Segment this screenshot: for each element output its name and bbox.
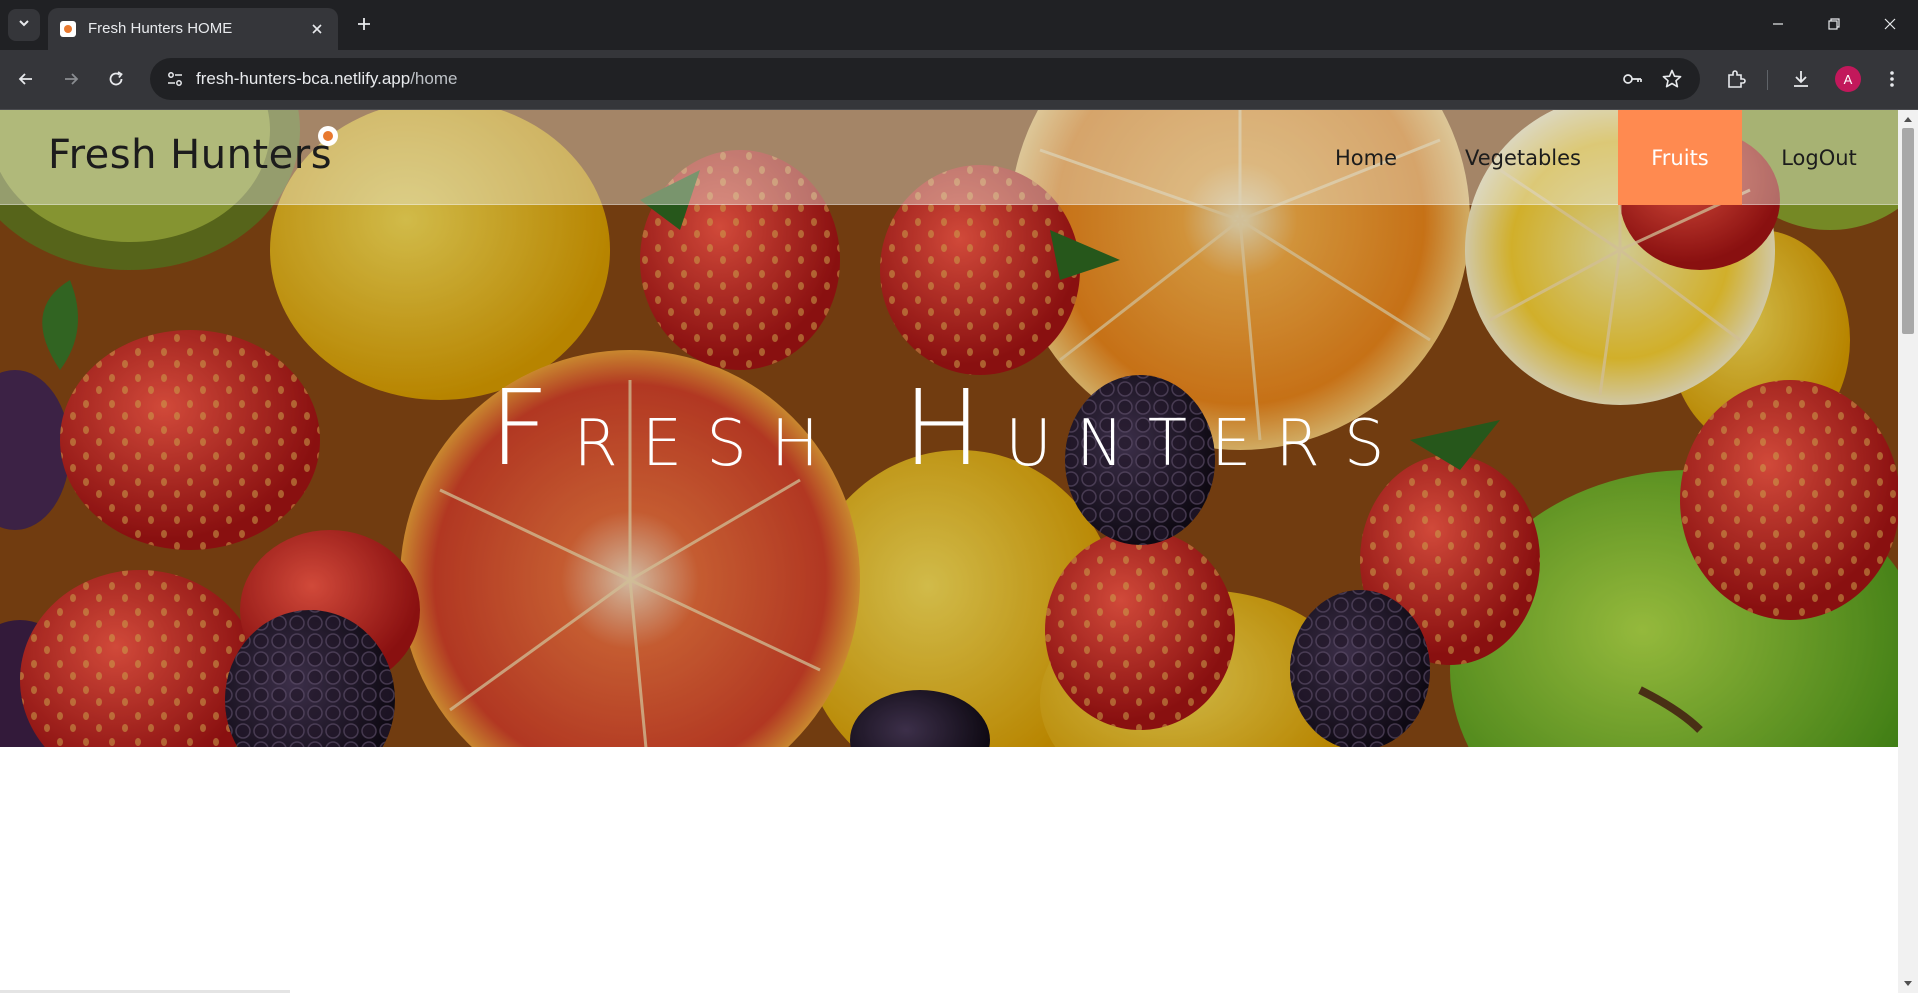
hero-banner: Fresh Hunters Home Vegetables Fruits Log… bbox=[0, 110, 1898, 747]
url-path: /home bbox=[410, 69, 458, 88]
browser-tab-active[interactable]: Fresh Hunters HOME bbox=[48, 8, 338, 50]
url-text: fresh-hunters-bca.netlify.app/home bbox=[196, 69, 457, 89]
scroll-up-icon[interactable] bbox=[1903, 114, 1913, 124]
window-close-icon bbox=[1884, 18, 1896, 30]
hero-heading: F RESH H UNTERS bbox=[0, 360, 1898, 480]
hero-word2-initial: H bbox=[902, 367, 1006, 489]
browser-menu-button[interactable] bbox=[1878, 65, 1906, 93]
vertical-scrollbar[interactable] bbox=[1898, 110, 1918, 993]
reload-button[interactable] bbox=[100, 63, 132, 95]
site-brand-logo[interactable]: Fresh Hunters bbox=[48, 132, 332, 178]
hero-word1-rest: RESH bbox=[573, 407, 843, 481]
scroll-down-icon[interactable] bbox=[1903, 979, 1913, 989]
page-viewport: Fresh Hunters Home Vegetables Fruits Log… bbox=[0, 110, 1918, 993]
hero-word2-rest: UNTERS bbox=[1005, 407, 1409, 481]
site-navbar: Fresh Hunters Home Vegetables Fruits Log… bbox=[0, 110, 1898, 205]
brand-logo-icon bbox=[318, 126, 338, 146]
minimize-icon bbox=[1773, 23, 1783, 25]
nav-link-home[interactable]: Home bbox=[1316, 110, 1416, 205]
back-icon bbox=[18, 73, 32, 85]
tab-search-button[interactable] bbox=[8, 9, 40, 41]
site-info-icon bbox=[168, 72, 182, 86]
forward-icon bbox=[65, 73, 79, 85]
downloads-button[interactable] bbox=[1787, 65, 1815, 93]
nav-link-logout[interactable]: LogOut bbox=[1764, 110, 1874, 205]
nav-link-vegetables[interactable]: Vegetables bbox=[1452, 110, 1594, 205]
site-info-button[interactable] bbox=[160, 64, 190, 94]
nav-link-fruits[interactable]: Fruits bbox=[1618, 110, 1742, 205]
profile-avatar[interactable]: A bbox=[1835, 66, 1861, 92]
toolbar-separator bbox=[1767, 70, 1768, 90]
new-tab-button[interactable] bbox=[350, 10, 378, 38]
star-icon bbox=[1662, 69, 1682, 88]
close-icon bbox=[312, 24, 322, 34]
restore-button[interactable] bbox=[1806, 0, 1862, 48]
extensions-button[interactable] bbox=[1722, 65, 1750, 93]
extensions-icon bbox=[1728, 70, 1746, 88]
download-icon bbox=[1794, 71, 1808, 87]
browser-toolbar: fresh-hunters-bca.netlify.app/home A bbox=[0, 50, 1918, 110]
bookmark-star-button[interactable] bbox=[1660, 67, 1684, 91]
address-bar[interactable]: fresh-hunters-bca.netlify.app/home bbox=[150, 58, 1700, 100]
window-close-button[interactable] bbox=[1862, 0, 1918, 48]
minimize-button[interactable] bbox=[1750, 0, 1806, 48]
key-icon bbox=[1623, 74, 1642, 84]
browser-tabstrip: Fresh Hunters HOME bbox=[0, 0, 1918, 50]
reload-icon bbox=[109, 71, 123, 86]
restore-icon bbox=[1828, 18, 1840, 30]
tab-title: Fresh Hunters HOME bbox=[88, 20, 233, 37]
forward-button[interactable] bbox=[55, 63, 87, 95]
menu-icon bbox=[1890, 71, 1894, 87]
scrollbar-thumb[interactable] bbox=[1902, 128, 1914, 334]
tab-close-button[interactable] bbox=[306, 18, 328, 40]
back-button[interactable] bbox=[10, 63, 42, 95]
plus-icon bbox=[358, 18, 370, 30]
url-host: fresh-hunters-bca.netlify.app bbox=[196, 69, 411, 88]
chevron-down-icon bbox=[17, 16, 31, 35]
site-favicon-icon bbox=[60, 21, 76, 37]
hero-word1-initial: F bbox=[489, 367, 574, 489]
password-key-button[interactable] bbox=[1620, 67, 1644, 91]
